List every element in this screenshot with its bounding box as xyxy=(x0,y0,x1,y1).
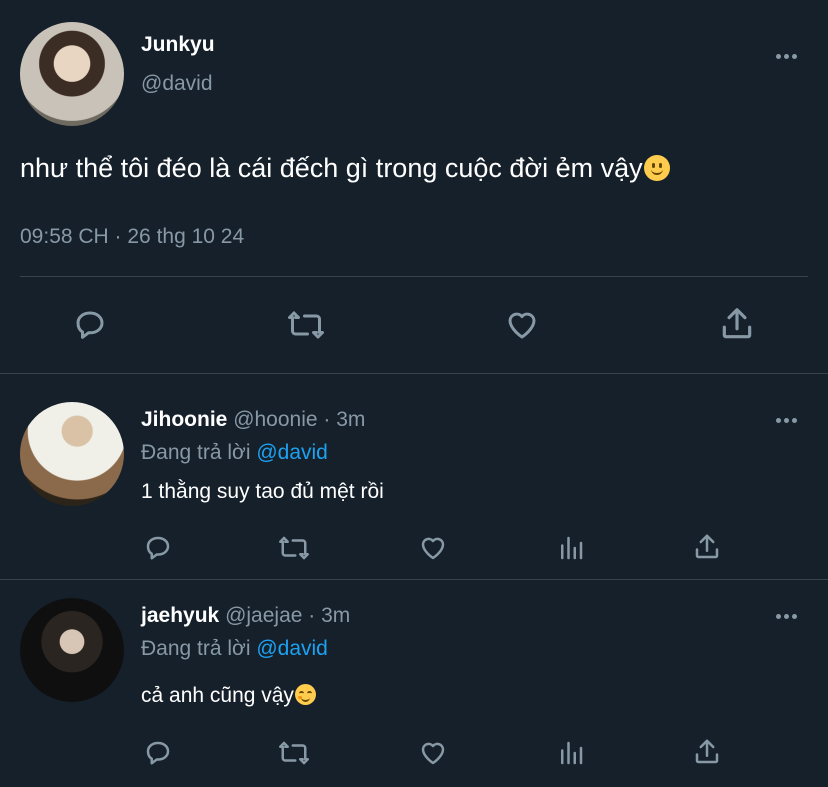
display-name[interactable]: jaehyuk xyxy=(141,604,219,627)
handle[interactable]: @hoonie xyxy=(233,408,317,431)
reply-text: cả anh cũng vậy xyxy=(141,684,294,707)
replying-to-link[interactable]: @david xyxy=(256,637,328,660)
like-icon[interactable] xyxy=(500,305,544,345)
share-icon[interactable] xyxy=(690,734,724,770)
retweet-icon[interactable] xyxy=(283,305,329,345)
share-icon[interactable] xyxy=(690,529,724,565)
more-options-icon[interactable] xyxy=(772,413,800,427)
tweet-text-line: như thể tôi đéo là cái đếch gì trong cuộ… xyxy=(20,153,670,184)
tweet-text: như thể tôi đéo là cái đếch gì trong cuộ… xyxy=(20,153,643,183)
divider xyxy=(0,579,828,580)
replying-to-line: Đang trả lời @david xyxy=(141,637,328,661)
reply-icon[interactable] xyxy=(141,531,175,565)
display-name[interactable]: Junkyu xyxy=(141,33,215,57)
reply-icon[interactable] xyxy=(70,305,110,345)
replying-prefix: Đang trả lời xyxy=(141,637,251,660)
reply-icon[interactable] xyxy=(141,736,175,770)
reply-header: jaehyuk @jaejae · 3m xyxy=(141,604,350,628)
reply-header: Jihoonie @hoonie · 3m xyxy=(141,408,365,432)
more-options-icon[interactable] xyxy=(772,49,800,63)
replying-prefix: Đang trả lời xyxy=(141,441,251,464)
avatar[interactable] xyxy=(20,22,124,126)
reply-time[interactable]: · 3m xyxy=(323,408,365,431)
like-icon[interactable] xyxy=(415,736,451,770)
avatar[interactable] xyxy=(20,598,124,702)
tweet-timestamp[interactable]: 09:58 CH · 26 thg 10 24 xyxy=(20,225,244,249)
display-name[interactable]: Jihoonie xyxy=(141,408,227,431)
share-icon[interactable] xyxy=(716,303,758,345)
reply-time[interactable]: · 3m xyxy=(308,604,350,627)
replying-to-link[interactable]: @david xyxy=(256,441,328,464)
more-options-icon[interactable] xyxy=(772,609,800,623)
divider xyxy=(0,373,828,374)
relieved-face-icon xyxy=(294,684,316,705)
reply-text: 1 thằng suy tao đủ mệt rồi xyxy=(141,480,384,503)
analytics-icon[interactable] xyxy=(554,736,588,770)
like-icon[interactable] xyxy=(415,531,451,565)
analytics-icon[interactable] xyxy=(554,531,588,565)
handle[interactable]: @david xyxy=(141,72,213,96)
divider xyxy=(20,276,808,277)
replying-to-line: Đang trả lời @david xyxy=(141,441,328,465)
reply-text-line: cả anh cũng vậy xyxy=(141,684,316,708)
slightly-smiling-face-icon xyxy=(643,155,670,181)
retweet-icon[interactable] xyxy=(275,531,313,565)
retweet-icon[interactable] xyxy=(275,736,313,770)
handle[interactable]: @jaejae xyxy=(225,604,302,627)
avatar[interactable] xyxy=(20,402,124,506)
